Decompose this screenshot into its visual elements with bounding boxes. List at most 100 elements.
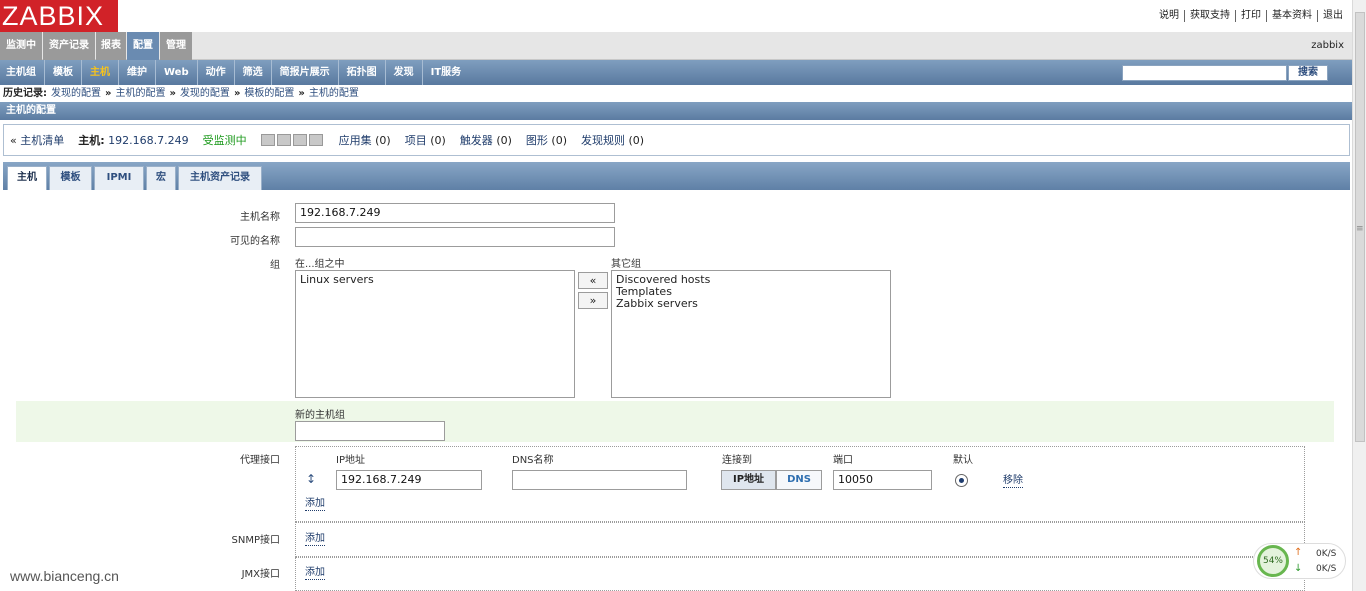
logout-link[interactable]: 退出: [1317, 10, 1348, 22]
tab-host[interactable]: 主机: [7, 166, 47, 190]
form-tabs: 主机 模板 IPMI 宏 主机资产记录: [3, 162, 1350, 190]
history-separator: »: [298, 88, 305, 99]
menu-inventory[interactable]: 资产记录: [43, 32, 95, 60]
get-support-link[interactable]: 获取支持: [1184, 10, 1235, 22]
history-item[interactable]: 发现的配置: [180, 87, 230, 100]
search-input[interactable]: [1122, 65, 1287, 81]
add-agent-interface-link[interactable]: 添加: [305, 498, 325, 511]
items-count: (0): [430, 134, 446, 147]
submenu-it-services[interactable]: IT服务: [421, 60, 470, 85]
download-arrow-icon: ↓: [1294, 563, 1303, 574]
history-item[interactable]: 模板的配置: [244, 87, 294, 100]
port-field[interactable]: 10050: [833, 470, 932, 490]
print-link[interactable]: 打印: [1235, 10, 1266, 22]
menu-administration[interactable]: 管理: [160, 32, 192, 60]
applications-count: (0): [375, 134, 391, 147]
new-group-field[interactable]: [295, 421, 445, 441]
other-groups-listbox[interactable]: Discovered hosts Templates Zabbix server…: [611, 270, 891, 398]
page: ZABBIX 说明 获取支持 打印 基本资料 退出 监测中 资产记录 报表 配置…: [0, 0, 1366, 591]
history-separator: »: [233, 88, 241, 99]
menu-monitoring[interactable]: 监测中: [0, 32, 42, 60]
submenu-actions[interactable]: 动作: [196, 60, 234, 85]
default-interface-radio[interactable]: [955, 474, 968, 487]
graphs-count: (0): [551, 134, 567, 147]
history-item[interactable]: 主机的配置: [309, 87, 359, 100]
upload-speed: 0K/S: [1316, 549, 1337, 559]
submenu-slides[interactable]: 简报片展示: [270, 60, 338, 85]
menu-reports[interactable]: 报表: [96, 32, 126, 60]
col-dns-header: DNS名称: [512, 455, 554, 466]
monitored-status[interactable]: 受监测中: [203, 132, 247, 148]
connect-dns-button[interactable]: DNS: [776, 470, 822, 490]
download-speed: 0K/S: [1316, 564, 1337, 574]
ip-address-field[interactable]: 192.168.7.249: [336, 470, 482, 490]
drag-handle-icon[interactable]: ↕: [306, 472, 316, 486]
watermark: www.bianceng.cn: [10, 568, 119, 584]
list-item[interactable]: Linux servers: [300, 274, 570, 286]
host-label: 主机:: [78, 134, 105, 147]
submenu-discovery[interactable]: 发现: [384, 60, 422, 85]
history-label: 历史记录:: [3, 88, 47, 99]
hostname-label: 主机名称: [240, 212, 280, 223]
back-arrow-icon: «: [10, 134, 17, 147]
tab-ipmi[interactable]: IPMI: [94, 166, 144, 190]
top-links: 说明 获取支持 打印 基本资料 退出: [1154, 10, 1348, 22]
items-link[interactable]: 项目: [405, 134, 427, 147]
profile-link[interactable]: 基本资料: [1266, 10, 1317, 22]
discovery-count: (0): [628, 134, 645, 147]
other-groups-label: 其它组: [611, 259, 641, 270]
visible-name-field[interactable]: [295, 227, 615, 247]
zabbix-availability-icon: [260, 134, 275, 146]
submenu-web[interactable]: Web: [155, 60, 197, 85]
add-snmp-interface-link[interactable]: 添加: [305, 533, 325, 546]
in-groups-label: 在...组之中: [295, 259, 345, 270]
new-group-section: [16, 401, 1334, 442]
discovery-rules-link[interactable]: 发现规则: [581, 134, 625, 147]
snmp-interface-label: SNMP接口: [231, 535, 281, 546]
username: zabbix: [1311, 40, 1344, 51]
tab-templates[interactable]: 模板: [49, 166, 92, 190]
list-item[interactable]: Zabbix servers: [616, 298, 886, 310]
vertical-scrollbar[interactable]: ≡: [1352, 0, 1366, 591]
menu-configuration[interactable]: 配置: [127, 32, 159, 60]
move-left-button[interactable]: «: [578, 272, 608, 289]
tab-macros[interactable]: 宏: [146, 166, 176, 190]
host-list-link[interactable]: 主机清单: [20, 134, 64, 147]
triggers-link[interactable]: 触发器: [460, 134, 493, 147]
move-right-button[interactable]: »: [578, 292, 608, 309]
snmp-availability-icon: [276, 134, 291, 146]
upload-arrow-icon: ↑: [1294, 547, 1303, 558]
history-separator: »: [105, 88, 112, 99]
submenu-hostgroups[interactable]: 主机组: [6, 60, 44, 85]
in-groups-listbox[interactable]: Linux servers: [295, 270, 575, 398]
host-name-link[interactable]: 192.168.7.249: [108, 134, 188, 147]
main-menu: 监测中 资产记录 报表 配置 管理 zabbix: [0, 32, 1352, 60]
submenu-maps[interactable]: 拓扑图: [337, 60, 385, 85]
remove-interface-link[interactable]: 移除: [1003, 475, 1023, 488]
col-ip-header: IP地址: [336, 455, 365, 466]
col-default-header: 默认: [953, 455, 973, 466]
applications-link[interactable]: 应用集: [339, 134, 372, 147]
visible-name-label: 可见的名称: [230, 236, 280, 247]
submenu-filters[interactable]: 筛选: [233, 60, 271, 85]
hostname-field[interactable]: 192.168.7.249: [295, 203, 615, 223]
connect-ip-button[interactable]: IP地址: [721, 470, 776, 490]
add-jmx-interface-link[interactable]: 添加: [305, 567, 325, 580]
network-speed-widget: 54% ↑ ↓ 0K/S 0K/S: [1253, 543, 1346, 579]
history-item[interactable]: 发现的配置: [51, 87, 101, 100]
jmx-interface-box: [295, 557, 1305, 591]
jmx-interface-label: JMX接口: [241, 569, 280, 580]
dns-name-field[interactable]: [512, 470, 687, 490]
graphs-link[interactable]: 图形: [526, 134, 548, 147]
new-group-label: 新的主机组: [295, 410, 345, 421]
groups-label: 组: [270, 260, 280, 271]
breadcrumb: 历史记录: 发现的配置 » 主机的配置 » 发现的配置 » 模板的配置 » 主机…: [3, 87, 359, 100]
tab-host-inventory[interactable]: 主机资产记录: [178, 166, 262, 190]
usage-percent: 54%: [1257, 545, 1289, 577]
search-button[interactable]: 搜索: [1288, 65, 1328, 81]
submenu-templates[interactable]: 模板: [44, 60, 81, 85]
submenu-maintenance[interactable]: 维护: [118, 60, 155, 85]
help-link[interactable]: 说明: [1154, 10, 1184, 22]
submenu-hosts[interactable]: 主机: [81, 60, 118, 85]
history-item[interactable]: 主机的配置: [115, 87, 165, 100]
